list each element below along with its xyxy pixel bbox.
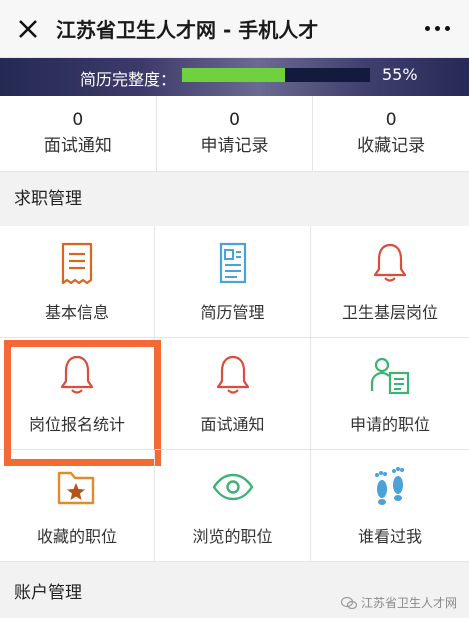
folder-star-icon <box>55 465 99 509</box>
grid-item-label: 面试通知 <box>200 414 265 434</box>
grid-item-who-viewed-me[interactable]: 谁看过我 <box>311 450 469 562</box>
grid-item-label: 收藏的职位 <box>36 526 117 546</box>
close-button[interactable] <box>0 0 56 58</box>
stat-value: 0 <box>385 109 397 130</box>
bell-icon <box>368 241 412 285</box>
grid-item-grassroots-positions[interactable]: 卫生基层岗位 <box>311 226 469 338</box>
stat-applications[interactable]: 0 申请记录 <box>157 96 314 171</box>
watermark: 江苏省卫生人才网 <box>340 594 457 611</box>
stat-label: 面试通知 <box>43 135 112 156</box>
grid-item-favorite-positions[interactable]: 收藏的职位 <box>0 450 155 562</box>
job-management-grid: 基本信息 简历管理 卫生基层岗位 岗位报名统计 面试通知 申请的职位 收藏的职位… <box>0 226 469 562</box>
close-icon <box>19 19 37 38</box>
grid-item-applied-positions[interactable]: 申请的职位 <box>311 338 469 450</box>
stat-value: 0 <box>229 109 240 130</box>
bell-icon <box>211 353 255 397</box>
user-card-icon <box>368 353 412 397</box>
resume-icon <box>211 241 255 285</box>
stat-label: 申请记录 <box>200 135 269 156</box>
grid-item-application-stats[interactable]: 岗位报名统计 <box>0 338 161 466</box>
stat-favorites[interactable]: 0 收藏记录 <box>313 96 469 171</box>
grid-item-viewed-positions[interactable]: 浏览的职位 <box>155 450 311 562</box>
more-icon <box>424 26 430 31</box>
progress-fill <box>182 68 286 82</box>
section-title-job: 求职管理 <box>0 172 469 226</box>
grid-item-label: 岗位报名统计 <box>28 414 125 434</box>
grid-item-label: 简历管理 <box>200 302 265 322</box>
section-title-account: 账户管理 <box>14 583 82 603</box>
grid-item-label: 谁看过我 <box>357 526 422 546</box>
wechat-icon <box>340 596 357 609</box>
grid-item-basic-info[interactable]: 基本信息 <box>0 226 155 338</box>
account-section: 账户管理 江苏省卫生人才网 <box>0 562 469 618</box>
stat-value: 0 <box>72 109 84 130</box>
grid-item-label: 浏览的职位 <box>192 526 273 546</box>
completeness-progress-bar <box>182 68 370 82</box>
grid-item-label: 卫生基层岗位 <box>341 302 438 322</box>
bell-icon <box>55 353 99 397</box>
completeness-label: 简历完整度： <box>80 70 177 89</box>
stats-row: 0 面试通知 0 申请记录 0 收藏记录 <box>0 96 469 172</box>
grid-item-label: 基本信息 <box>44 302 109 322</box>
resume-completeness-banner: 简历完整度： 55% <box>0 58 469 96</box>
top-bar: 江苏省卫生人才网 - 手机人才 <box>0 0 469 58</box>
completeness-percent: 55% <box>382 65 418 84</box>
document-icon <box>55 241 99 285</box>
footprints-icon <box>368 465 412 509</box>
grid-item-resume[interactable]: 简历管理 <box>155 226 311 338</box>
eye-icon <box>211 465 255 509</box>
more-button[interactable] <box>405 0 469 58</box>
page-title: 江苏省卫生人才网 - 手机人才 <box>56 18 319 42</box>
stat-interview[interactable]: 0 面试通知 <box>0 96 157 171</box>
grid-item-interview-notice[interactable]: 面试通知 <box>155 338 311 450</box>
watermark-text: 江苏省卫生人才网 <box>360 596 457 610</box>
stat-label: 收藏记录 <box>357 135 426 156</box>
grid-item-label: 申请的职位 <box>349 414 430 434</box>
